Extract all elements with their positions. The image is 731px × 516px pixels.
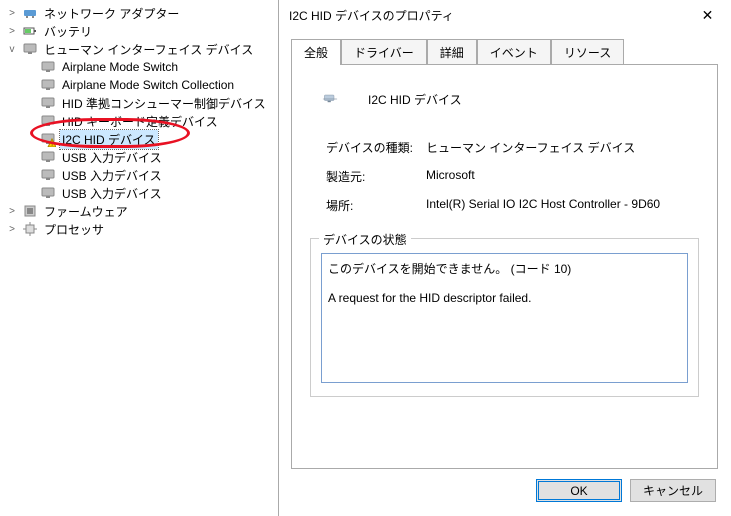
tree-item[interactable]: Airplane Mode Switch Collection bbox=[24, 76, 278, 94]
tab-2[interactable]: 詳細 bbox=[427, 39, 477, 65]
tree-item[interactable]: > ファームウェア bbox=[6, 202, 278, 220]
hid-warning-icon: ! bbox=[40, 131, 56, 147]
titlebar: I2C HID デバイスのプロパティ ✕ bbox=[279, 0, 730, 30]
device-name: I2C HID デバイス bbox=[368, 91, 462, 108]
tree-item-label: ヒューマン インターフェイス デバイス bbox=[42, 40, 255, 59]
hid-icon bbox=[40, 149, 56, 165]
close-button[interactable]: ✕ bbox=[685, 0, 730, 30]
tree-item-label: I2C HID デバイス bbox=[60, 130, 158, 149]
chevron-down-icon[interactable]: v bbox=[6, 43, 18, 55]
tree-item-label: USB 入力デバイス bbox=[60, 184, 164, 203]
tree-item-label: ネットワーク アダプター bbox=[42, 4, 181, 23]
tree-item-label: HID キーボード定義デバイス bbox=[60, 112, 220, 131]
tree-item[interactable]: USB 入力デバイス bbox=[24, 148, 278, 166]
tree-item-label: バッテリ bbox=[42, 22, 94, 41]
tree-item[interactable]: HID 準拠コンシューマー制御デバイス bbox=[24, 94, 278, 112]
chevron-right-icon[interactable]: > bbox=[6, 205, 18, 217]
device-tree[interactable]: > ネットワーク アダプター > バッテリ v ヒューマン インターフェイス デ… bbox=[0, 0, 278, 516]
ok-button[interactable]: OK bbox=[536, 479, 622, 502]
tree-item[interactable]: > バッテリ bbox=[6, 22, 278, 40]
device-status-group: デバイスの状態 bbox=[310, 238, 699, 397]
cpu-icon bbox=[22, 221, 38, 237]
tree-item-label: Airplane Mode Switch bbox=[60, 59, 180, 75]
tab-strip: 全般ドライバー詳細イベントリソース bbox=[279, 30, 730, 64]
tree-item[interactable]: > ネットワーク アダプター bbox=[6, 4, 278, 22]
battery-icon bbox=[22, 23, 38, 39]
cancel-button[interactable]: キャンセル bbox=[630, 479, 716, 502]
device-large-icon bbox=[310, 83, 350, 115]
tab-panel-general: I2C HID デバイス デバイスの種類: ヒューマン インターフェイス デバイ… bbox=[291, 64, 718, 469]
tab-3[interactable]: イベント bbox=[477, 39, 551, 65]
device-status-text[interactable] bbox=[321, 253, 688, 383]
dialog-title: I2C HID デバイスのプロパティ bbox=[289, 7, 685, 24]
tree-item-label: プロセッサ bbox=[42, 220, 106, 239]
prop-loc-label: 場所: bbox=[326, 197, 426, 214]
tree-item[interactable]: USB 入力デバイス bbox=[24, 166, 278, 184]
prop-mfr-label: 製造元: bbox=[326, 168, 426, 185]
hid-icon bbox=[40, 113, 56, 129]
tree-item-hid[interactable]: v ヒューマン インターフェイス デバイス bbox=[6, 40, 278, 58]
close-icon: ✕ bbox=[702, 7, 714, 24]
tree-item-label: USB 入力デバイス bbox=[60, 148, 164, 167]
tab-0[interactable]: 全般 bbox=[291, 39, 341, 65]
tree-item-label: HID 準拠コンシューマー制御デバイス bbox=[60, 94, 268, 113]
tab-4[interactable]: リソース bbox=[551, 39, 624, 65]
tree-item[interactable]: !I2C HID デバイス bbox=[24, 130, 278, 148]
tree-item-label: Airplane Mode Switch Collection bbox=[60, 77, 236, 93]
tree-item[interactable]: Airplane Mode Switch bbox=[24, 58, 278, 76]
properties-dialog: I2C HID デバイスのプロパティ ✕ 全般ドライバー詳細イベントリソース I… bbox=[278, 0, 730, 516]
chevron-right-icon[interactable]: > bbox=[6, 223, 18, 235]
firmware-icon bbox=[22, 203, 38, 219]
prop-type-value: ヒューマン インターフェイス デバイス bbox=[426, 139, 699, 156]
tree-item-label: USB 入力デバイス bbox=[60, 166, 164, 185]
tree-item[interactable]: HID キーボード定義デバイス bbox=[24, 112, 278, 130]
network-adapter-icon bbox=[22, 5, 38, 21]
tree-item[interactable]: USB 入力デバイス bbox=[24, 184, 278, 202]
prop-type-label: デバイスの種類: bbox=[326, 139, 426, 156]
chevron-right-icon[interactable]: > bbox=[6, 25, 18, 37]
chevron-right-icon[interactable]: > bbox=[6, 7, 18, 19]
prop-loc-value: Intel(R) Serial IO I2C Host Controller -… bbox=[426, 197, 699, 214]
tree-item-label: ファームウェア bbox=[42, 202, 130, 221]
hid-icon bbox=[40, 185, 56, 201]
prop-mfr-value: Microsoft bbox=[426, 168, 699, 185]
tree-item[interactable]: > プロセッサ bbox=[6, 220, 278, 238]
hid-icon bbox=[40, 77, 56, 93]
tab-1[interactable]: ドライバー bbox=[341, 39, 427, 65]
device-status-legend: デバイスの状態 bbox=[319, 231, 411, 248]
hid-icon bbox=[40, 59, 56, 75]
hid-icon bbox=[22, 41, 38, 57]
hid-icon bbox=[40, 95, 56, 111]
hid-icon bbox=[40, 167, 56, 183]
